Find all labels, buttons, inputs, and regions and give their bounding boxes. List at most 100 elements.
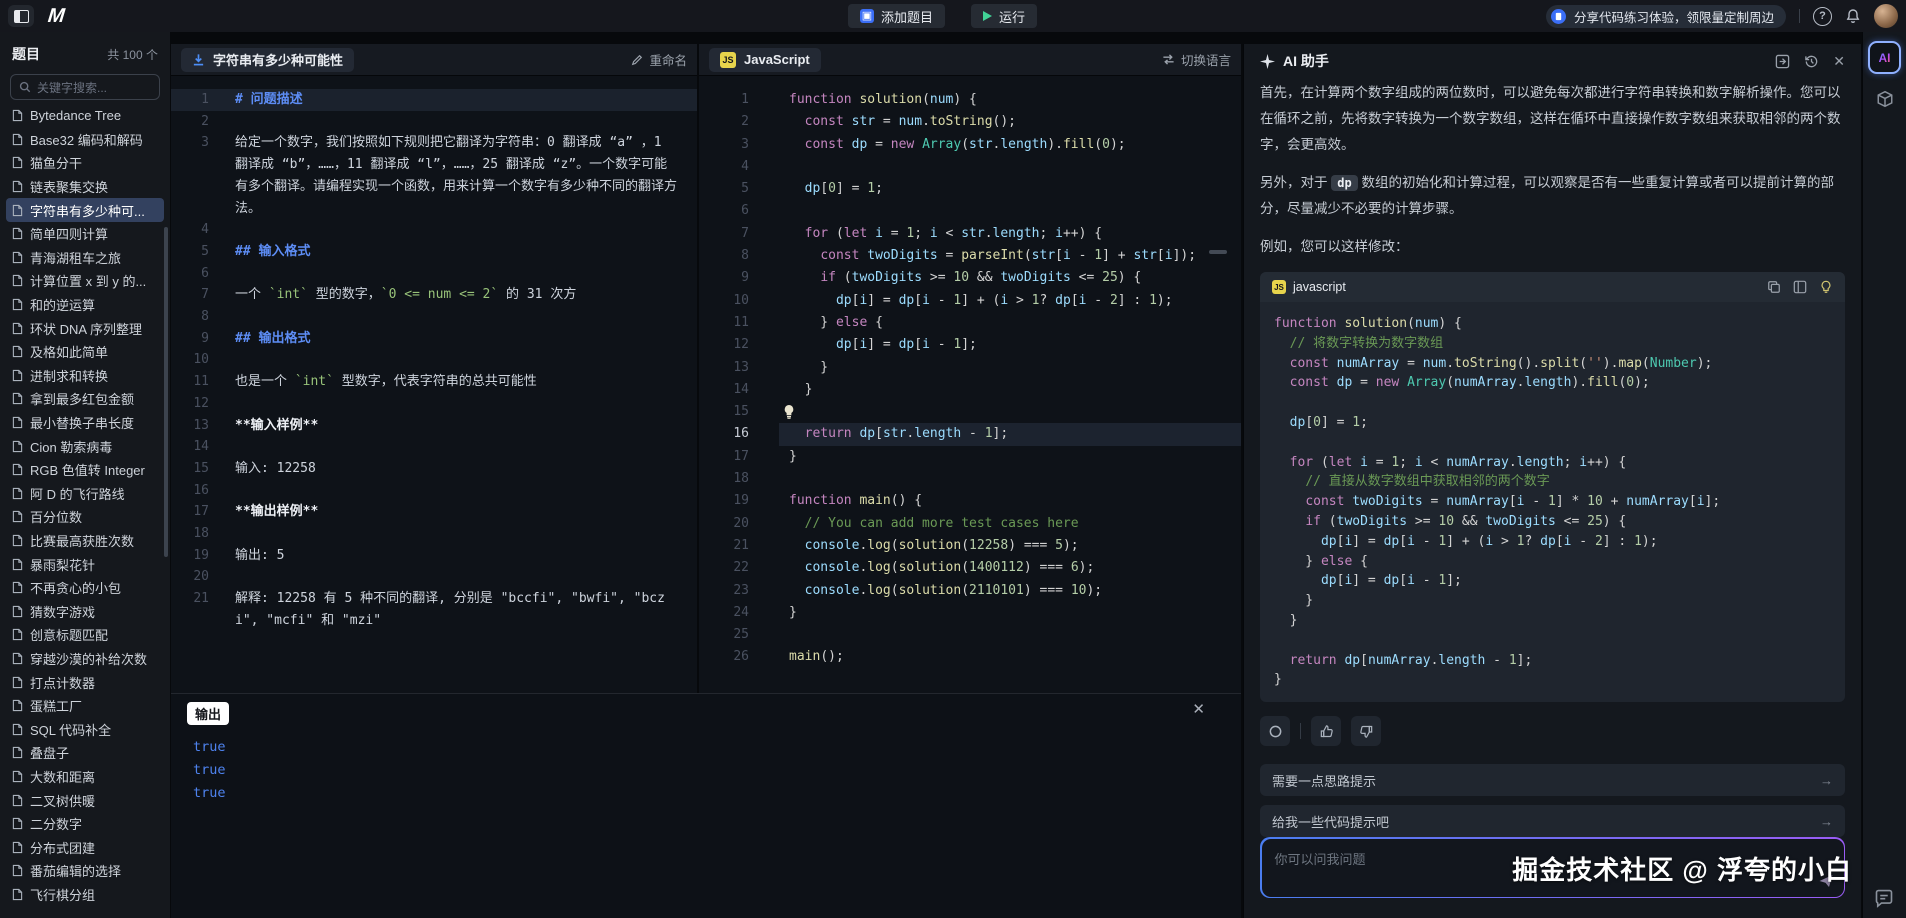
code-line[interactable]: 7 for (let i = 1; i < str.length; i++) { xyxy=(699,223,1241,245)
bell-icon[interactable] xyxy=(1845,8,1861,24)
lightbulb-icon[interactable] xyxy=(1819,280,1833,294)
sidebar-item[interactable]: 最小替换子串长度 xyxy=(6,411,164,435)
code-line[interactable]: 1function solution(num) { xyxy=(699,89,1241,111)
sidebar-item[interactable]: 分布式团建 xyxy=(6,835,164,859)
markdown-editor[interactable]: 1# 问题描述2 3给定一个数字，我们按照如下规则把它翻译为字符串：0 翻译成 … xyxy=(171,75,697,693)
sidebar-item[interactable]: 二叉树供暖 xyxy=(6,788,164,812)
sidebar-item[interactable]: SQL 代码补全 xyxy=(6,717,164,741)
code-line[interactable]: 3 const dp = new Array(str.length).fill(… xyxy=(699,134,1241,156)
markdown-line[interactable]: 19输出: 5 xyxy=(171,545,697,567)
markdown-line[interactable]: 6 xyxy=(171,263,697,285)
sidebar-item[interactable]: Cion 勒索病毒 xyxy=(6,434,164,458)
sidebar-item[interactable]: 链表聚集交换 xyxy=(6,175,164,199)
code-line[interactable]: 16 return dp[str.length - 1]; xyxy=(699,423,1241,445)
code-line[interactable]: 9 if (twoDigits >= 10 && twoDigits <= 25… xyxy=(699,267,1241,289)
code-line[interactable]: 8 const twoDigits = parseInt(str[i - 1] … xyxy=(699,245,1241,267)
code-line[interactable]: 20 // You can add more test cases here xyxy=(699,513,1241,535)
code-line[interactable]: 11 } else { xyxy=(699,312,1241,334)
thumbs-down-button[interactable] xyxy=(1351,716,1381,746)
markdown-line[interactable]: 7一个 `int` 型的数字，`0 <= num <= 2` 的 31 次方 xyxy=(171,284,697,306)
markdown-line[interactable]: 10 xyxy=(171,349,697,371)
sidebar-item[interactable]: 简单四则计算 xyxy=(6,222,164,246)
markdown-line[interactable]: 21解释: 12258 有 5 种不同的翻译, 分别是 "bccfi", "bw… xyxy=(171,588,697,631)
sidebar-item[interactable]: 叠盘子 xyxy=(6,741,164,765)
description-tab[interactable]: 字符串有多少种可能性 xyxy=(181,48,354,72)
sidebar-item[interactable]: 环状 DNA 序列整理 xyxy=(6,316,164,340)
markdown-line[interactable]: 12 xyxy=(171,393,697,415)
sidebar-item[interactable]: 阿 D 的飞行路线 xyxy=(6,482,164,506)
sidebar-item[interactable]: 百分位数 xyxy=(6,505,164,529)
rename-button[interactable]: 重命名 xyxy=(631,50,687,69)
editor-scrollbar[interactable] xyxy=(1209,250,1227,254)
copy-icon[interactable] xyxy=(1767,280,1781,294)
code-line[interactable]: 22 console.log(solution(1400112) === 6); xyxy=(699,557,1241,579)
code-line[interactable]: 26main(); xyxy=(699,646,1241,668)
marscode-logo[interactable]: M xyxy=(47,5,65,28)
suggested-prompt[interactable]: 给我一些代码提示吧→ xyxy=(1260,805,1845,837)
code-line[interactable]: 17} xyxy=(699,446,1241,468)
code-editor[interactable]: 1function solution(num) {2 const str = n… xyxy=(699,75,1241,693)
sidebar-item[interactable]: 比赛最高获胜次数 xyxy=(6,529,164,553)
code-line[interactable]: 10 dp[i] = dp[i - 1] + (i > 1? dp[i - 2]… xyxy=(699,290,1241,312)
markdown-line[interactable]: 8 xyxy=(171,306,697,328)
sidebar-item[interactable]: 不再贪心的小包 xyxy=(6,576,164,600)
avatar[interactable] xyxy=(1874,4,1898,28)
code-line[interactable]: 18 xyxy=(699,468,1241,490)
sidebar-item[interactable]: 猜数字游戏 xyxy=(6,599,164,623)
sidebar-item[interactable]: 穿越沙漠的补给次数 xyxy=(6,647,164,671)
sidebar-item[interactable]: 大数和距离 xyxy=(6,765,164,789)
code-line[interactable]: 15 xyxy=(699,401,1241,423)
run-button[interactable]: 运行 xyxy=(971,4,1037,28)
sidebar-item[interactable]: 猫鱼分干 xyxy=(6,151,164,175)
sidebar-item[interactable]: Bytedance Tree xyxy=(6,104,164,128)
promo-banner[interactable]: 分享代码练习体验，领限量定制周边 xyxy=(1546,5,1786,28)
output-tab[interactable]: 输出 xyxy=(187,702,229,725)
add-problem-button[interactable]: ▣ 添加题目 xyxy=(848,4,945,28)
box-icon[interactable] xyxy=(1875,90,1895,108)
sidebar-item[interactable]: 番茄编辑的选择 xyxy=(6,859,164,883)
ai-logo-icon[interactable]: AI xyxy=(1868,41,1901,74)
sidebar-item[interactable]: RGB 色值转 Integer xyxy=(6,458,164,482)
code-line[interactable]: 24} xyxy=(699,602,1241,624)
code-line[interactable]: 19function main() { xyxy=(699,490,1241,512)
sidebar-item[interactable]: 拿到最多红包金额 xyxy=(6,387,164,411)
close-icon[interactable]: ✕ xyxy=(1833,53,1845,70)
panel-toggle-button[interactable] xyxy=(8,5,34,27)
code-line[interactable]: 13 } xyxy=(699,357,1241,379)
sidebar-item[interactable]: 蛋糕工厂 xyxy=(6,694,164,718)
markdown-line[interactable]: 20 xyxy=(171,566,697,588)
code-line[interactable]: 5 dp[0] = 1; xyxy=(699,178,1241,200)
code-line[interactable]: 21 console.log(solution(12258) === 5); xyxy=(699,535,1241,557)
sidebar-item[interactable]: 计算位置 x 到 y 的... xyxy=(6,269,164,293)
sidebar-item[interactable]: 进制求和转换 xyxy=(6,364,164,388)
markdown-line[interactable]: 16 xyxy=(171,480,697,502)
markdown-line[interactable]: 11也是一个 `int` 型数字，代表字符串的总共可能性 xyxy=(171,371,697,393)
sidebar-item[interactable]: 暴雨梨花针 xyxy=(6,552,164,576)
thumbs-up-button[interactable] xyxy=(1311,716,1341,746)
help-icon[interactable]: ? xyxy=(1813,7,1832,26)
chat-icon[interactable] xyxy=(1874,888,1894,908)
markdown-line[interactable]: 18 xyxy=(171,523,697,545)
search-input[interactable]: 关键字搜索... xyxy=(10,74,160,100)
markdown-line[interactable]: 14 xyxy=(171,436,697,458)
code-line[interactable]: 23 console.log(solution(2110101) === 10)… xyxy=(699,580,1241,602)
insert-editor-icon[interactable] xyxy=(1775,54,1790,69)
language-tab[interactable]: JS JavaScript xyxy=(709,48,821,72)
sidebar-item[interactable]: 青海湖租车之旅 xyxy=(6,246,164,270)
switch-language-button[interactable]: 切换语言 xyxy=(1162,50,1231,69)
sidebar-item[interactable]: Base32 编码和解码 xyxy=(6,128,164,152)
markdown-line[interactable]: 15输入: 12258 xyxy=(171,458,697,480)
code-line[interactable]: 12 dp[i] = dp[i - 1]; xyxy=(699,334,1241,356)
history-icon[interactable] xyxy=(1804,54,1819,69)
code-line[interactable]: 6 xyxy=(699,200,1241,222)
markdown-line[interactable]: 4 xyxy=(171,219,697,241)
sidebar-item[interactable]: 打点计数器 xyxy=(6,670,164,694)
markdown-line[interactable]: 1# 问题描述 xyxy=(171,89,697,111)
code-line[interactable]: 25 xyxy=(699,624,1241,646)
sidebar-item[interactable]: 飞行棋分组 xyxy=(6,883,164,907)
markdown-line[interactable]: 13**输入样例** xyxy=(171,415,697,437)
sidebar-scrollbar[interactable] xyxy=(164,227,168,557)
lightbulb-icon[interactable] xyxy=(783,405,795,419)
markdown-line[interactable]: 17**输出样例** xyxy=(171,501,697,523)
markdown-line[interactable]: 3给定一个数字，我们按照如下规则把它翻译为字符串：0 翻译成 “a” ，1 翻译… xyxy=(171,132,697,219)
